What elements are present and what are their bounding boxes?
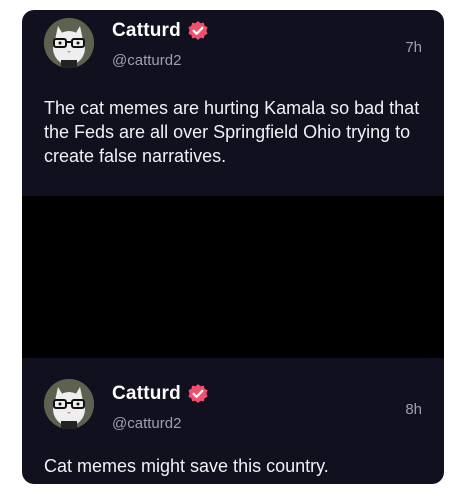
post-text: The cat memes are hurting Kamala so bad … bbox=[44, 98, 420, 166]
verified-badge-icon bbox=[187, 383, 209, 405]
post-text: Cat memes might save this country. bbox=[44, 456, 329, 476]
timestamp[interactable]: 8h bbox=[405, 401, 422, 418]
cat-avatar-icon bbox=[44, 18, 94, 68]
avatar[interactable] bbox=[44, 379, 94, 429]
redacted-media bbox=[22, 196, 444, 358]
avatar[interactable] bbox=[44, 18, 94, 68]
verified-badge-icon bbox=[187, 20, 209, 42]
cat-avatar-icon bbox=[44, 379, 94, 429]
post-card[interactable]: Catturd @catturd2 8h Cat memes might sav… bbox=[22, 360, 444, 484]
timestamp[interactable]: 7h bbox=[405, 39, 422, 56]
handle[interactable]: @catturd2 bbox=[112, 52, 181, 69]
post-card[interactable]: Catturd @catturd2 7h The cat memes are h… bbox=[22, 10, 444, 210]
display-name[interactable]: Catturd bbox=[112, 20, 181, 42]
display-name[interactable]: Catturd bbox=[112, 383, 181, 405]
name-row: Catturd bbox=[112, 383, 209, 405]
handle[interactable]: @catturd2 bbox=[112, 415, 181, 432]
name-row: Catturd bbox=[112, 20, 209, 42]
post-thread: Catturd @catturd2 7h The cat memes are h… bbox=[22, 10, 444, 484]
